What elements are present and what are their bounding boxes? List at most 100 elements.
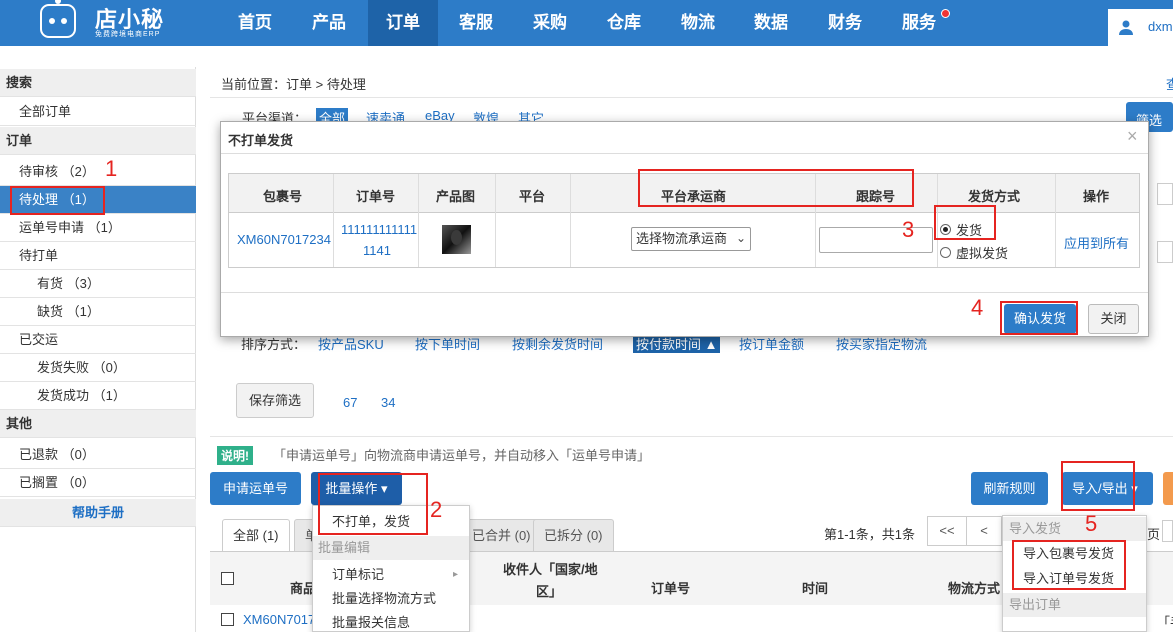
header-product-image: 产品图 (436, 189, 476, 204)
saved-filter-67[interactable]: 67 (343, 395, 357, 410)
column-time: 时间 (802, 581, 829, 596)
field-stub[interactable] (1157, 241, 1173, 263)
nav-products[interactable]: 产品 (294, 0, 364, 46)
header-ship-method: 发货方式 (968, 189, 1021, 204)
column-divider (1055, 174, 1056, 267)
logo-robot-icon[interactable] (40, 4, 76, 38)
prev-page-button[interactable]: < (966, 516, 1002, 546)
divider (210, 97, 1173, 98)
menu-item-choose-logistics[interactable]: 批量选择物流方式 (313, 587, 469, 611)
divider (221, 292, 1148, 293)
column-recipient-line1: 收件人「国家/地 (503, 562, 598, 577)
sidebar-item-out-of-stock[interactable]: 缺货 （1） (0, 298, 196, 326)
divider (221, 153, 1148, 154)
orange-action-button[interactable] (1163, 472, 1173, 505)
field-stub[interactable] (1157, 183, 1173, 205)
tab-merged[interactable]: 已合并 (0) (462, 519, 542, 552)
column-divider (333, 174, 334, 267)
annotation-number-3: 3 (902, 217, 915, 242)
record-count: 第1-1条，共1条 (824, 527, 916, 542)
nav-warehouse[interactable]: 仓库 (589, 0, 659, 46)
annotation-number-5: 5 (1085, 511, 1098, 536)
product-thumbnail[interactable] (442, 225, 471, 254)
apply-waybill-button[interactable]: 申请运单号 (210, 472, 301, 505)
column-divider (418, 174, 419, 267)
tab-all[interactable]: 全部 (1) (222, 519, 290, 552)
package-no-link[interactable]: XM60N7017234 (237, 232, 331, 247)
row-checkbox[interactable] (221, 613, 234, 626)
user-name: dxm (1148, 19, 1173, 34)
nav-logistics[interactable]: 物流 (663, 0, 733, 46)
notification-dot (941, 9, 950, 18)
user-menu[interactable]: dxm (1108, 9, 1173, 46)
sidebar-item-to-print[interactable]: 待打单 (0, 242, 196, 270)
note-text: 「申请运单号」向物流商申请运单号，并自动移入「运单号申请」 (273, 448, 651, 463)
tracking-number-input[interactable] (819, 227, 933, 253)
sidebar-item-ship-success[interactable]: 发货成功 （1） (0, 382, 196, 410)
column-divider (570, 174, 571, 267)
select-all-checkbox[interactable] (221, 572, 234, 585)
breadcrumb: 当前位置：订单 > 待处理 (221, 74, 366, 93)
apply-to-all-link[interactable]: 应用到所有 (1064, 233, 1129, 252)
nav-services[interactable]: 服务 (884, 0, 954, 46)
chevron-right-icon: ▸ (453, 569, 459, 580)
top-navigation-bar: 店小秘 免费跨境电商ERP 首页 产品 订单 客服 采购 仓库 物流 数据 财务… (0, 0, 1173, 46)
annotation-box-5a (1061, 461, 1135, 511)
close-dialog-button[interactable]: 关闭 (1088, 304, 1139, 334)
header-platform: 平台 (519, 189, 546, 204)
divider (210, 436, 1173, 437)
user-icon (1119, 20, 1133, 35)
sidebar-heading-search: 搜索 (0, 69, 196, 97)
sidebar-help-manual[interactable]: 帮助手册 (0, 499, 196, 527)
sidebar-item-pending-review[interactable]: 待审核 （2） (0, 158, 196, 186)
nav-finance[interactable]: 财务 (810, 0, 880, 46)
row-cell-tail: 「手 (1157, 615, 1173, 630)
nav-service[interactable]: 客服 (441, 0, 511, 46)
sidebar-item-all-orders[interactable]: 全部订单 (0, 98, 196, 126)
annotation-number-4: 4 (971, 295, 984, 320)
menu-item-customs-info[interactable]: 批量报关信息 (313, 611, 469, 632)
sidebar-item-in-stock[interactable]: 有货 （3） (0, 270, 196, 298)
sidebar-item-ship-failed[interactable]: 发货失败 （0） (0, 354, 196, 382)
header-action: 操作 (1083, 189, 1110, 204)
virtual-ship-radio-label[interactable]: 虚拟发货 (956, 243, 1008, 262)
menu-item-order-mark[interactable]: 订单标记 ▸ (313, 563, 469, 587)
nav-orders[interactable]: 订单 (368, 0, 438, 46)
header-order-no: 订单号 (356, 189, 396, 204)
annotation-number-1: 1 (105, 156, 118, 181)
nav-home[interactable]: 首页 (220, 0, 290, 46)
menu-group-batch-edit: 批量编辑 (313, 536, 469, 560)
dialog-title: 不打单发货 (228, 133, 294, 148)
sidebar-heading-other: 其他 (0, 410, 196, 438)
nav-purchase[interactable]: 采购 (515, 0, 585, 46)
menu-group-import-ship: 导入发货 (1003, 517, 1146, 541)
tab-split[interactable]: 已拆分 (0) (533, 519, 614, 552)
order-no-link[interactable]: 111111111111 (341, 222, 417, 237)
sidebar-item-shelved[interactable]: 已搁置 （0） (0, 469, 196, 497)
logo-subtitle: 免费跨境电商ERP (95, 31, 161, 38)
sidebar-item-waybill-apply[interactable]: 运单号申请 （1） (0, 214, 196, 242)
note-badge: 说明! (217, 446, 253, 465)
saved-filter-34[interactable]: 34 (381, 395, 395, 410)
carrier-select-value: 选择物流承运商 (636, 231, 728, 246)
row-package-link[interactable]: XM60N7017 (243, 612, 315, 627)
virtual-ship-radio[interactable] (940, 247, 951, 258)
order-no-link-line2[interactable]: 1141 (363, 243, 391, 258)
annotation-number-2: 2 (430, 497, 443, 522)
nav-data[interactable]: 数据 (736, 0, 806, 46)
column-recipient-line2: 区」 (536, 584, 563, 599)
breadcrumb-path[interactable]: 订单 > 待处理 (286, 77, 366, 92)
header-package-no: 包裹号 (263, 189, 303, 204)
sidebar-item-refunded[interactable]: 已退款 （0） (0, 441, 196, 469)
annotation-box-1 (10, 186, 105, 215)
sidebar-item-shipped[interactable]: 已交运 (0, 326, 196, 354)
save-filter-button[interactable]: 保存筛选 (236, 383, 314, 418)
breadcrumb-more-link[interactable]: 查 (1166, 74, 1173, 93)
column-divider (495, 174, 496, 267)
carrier-select[interactable]: 选择物流承运商 ⌄ (631, 227, 751, 251)
menu-group-export-orders: 导出订单 (1003, 593, 1146, 617)
close-icon[interactable]: × (1127, 126, 1138, 147)
page-input[interactable] (1162, 520, 1173, 542)
refresh-rules-button[interactable]: 刷新规则 (971, 472, 1048, 505)
first-page-button[interactable]: << (927, 516, 967, 546)
